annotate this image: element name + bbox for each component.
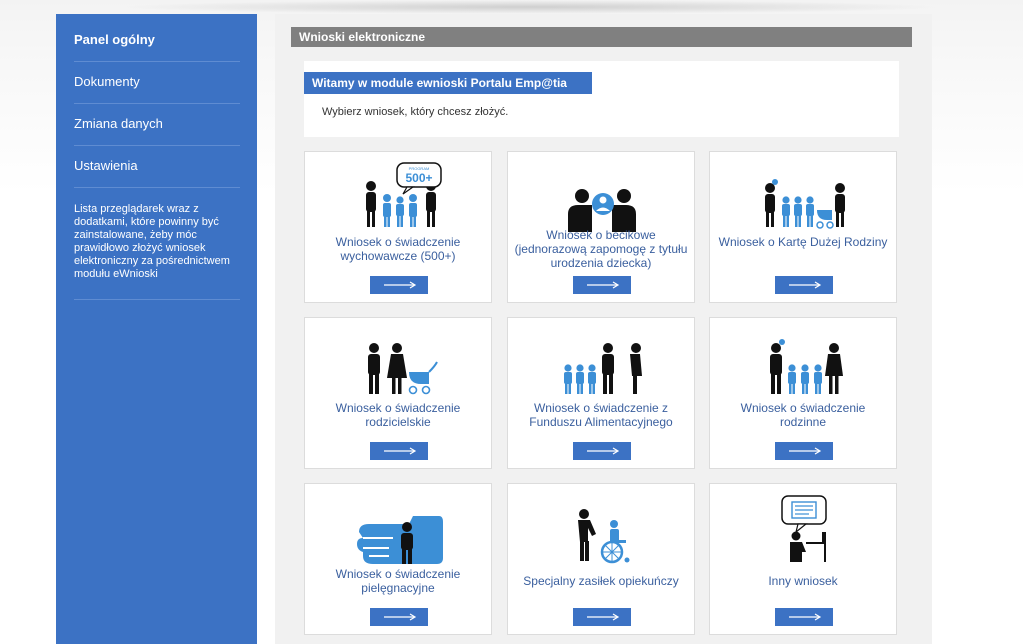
arrow-right-icon (587, 281, 620, 289)
arrow-right-icon (384, 447, 417, 455)
family-500plus-icon: PROGRAM 500+ (349, 162, 449, 232)
large-family-icon (754, 162, 854, 232)
arrow-right-icon (384, 613, 417, 621)
card-label: Inny wniosek (768, 574, 838, 588)
card-label: Specjalny zasiłek opiekuńczy (523, 574, 679, 588)
sidebar-item-documents[interactable]: Dokumenty (74, 61, 240, 104)
card-go-button[interactable] (775, 608, 833, 626)
card-label: Wniosek o świadczenie wychowawcze (500+) (335, 235, 461, 263)
card-nursing[interactable]: Wniosek o świadczenie pielęgnacyjne (304, 483, 492, 635)
welcome-text: Wybierz wniosek, który chcesz złożyć. (322, 106, 509, 118)
card-becikowe[interactable]: Wniosek o becikowe (jednorazową zapomogę… (507, 151, 695, 303)
card-500plus[interactable]: PROGRAM 500+ Wniosek o świadczenie wycho… (304, 151, 492, 303)
sidebar-item-change-data[interactable]: Zmiana danych (74, 103, 240, 146)
card-label: Wniosek o świadczenie rodzinne (740, 401, 866, 429)
card-label: Wniosek o becikowe (jednorazową zapomogę… (514, 228, 688, 270)
card-go-button[interactable] (775, 442, 833, 460)
sidebar-browser-list-link[interactable]: Lista przeglądarek wraz z dodatkami, któ… (74, 201, 240, 300)
alimony-family-icon (552, 328, 652, 398)
parents-baby-icon (552, 162, 652, 232)
welcome-panel: Witamy w module ewnioski Portalu Emp@tia… (304, 61, 899, 137)
page-title: Wnioski elektroniczne (291, 27, 912, 47)
card-large-family[interactable]: Wniosek o Kartę Dużej Rodziny (709, 151, 897, 303)
sidebar: Panel ogólny Dokumenty Zmiana danych Ust… (56, 14, 257, 644)
card-family-benefit[interactable]: Wniosek o świadczenie rodzinne (709, 317, 897, 469)
card-go-button[interactable] (573, 608, 631, 626)
care-hand-icon (349, 494, 449, 564)
card-go-button[interactable] (573, 276, 631, 294)
card-label: Wniosek o świadczenie z Funduszu Aliment… (529, 401, 673, 429)
arrow-right-icon (587, 447, 620, 455)
card-label: Wniosek o Kartę Dużej Rodziny (718, 235, 888, 249)
card-go-button[interactable] (775, 276, 833, 294)
card-go-button[interactable] (370, 276, 428, 294)
card-parental[interactable]: Wniosek o świadczenie rodzicielskie (304, 317, 492, 469)
arrow-right-icon (789, 447, 822, 455)
welcome-title: Witamy w module ewnioski Portalu Emp@tia (304, 72, 592, 94)
sidebar-item-panel[interactable]: Panel ogólny (74, 19, 240, 62)
person-computer-icon (754, 494, 854, 564)
family-icon (754, 328, 854, 398)
wheelchair-caregiver-icon (552, 494, 652, 564)
arrow-right-icon (384, 281, 417, 289)
card-special-care[interactable]: Specjalny zasiłek opiekuńczy (507, 483, 695, 635)
card-other[interactable]: Inny wniosek (709, 483, 897, 635)
card-go-button[interactable] (573, 442, 631, 460)
card-go-button[interactable] (370, 442, 428, 460)
arrow-right-icon (789, 281, 822, 289)
card-label: Wniosek o świadczenie rodzicielskie (335, 401, 461, 429)
card-label: Wniosek o świadczenie pielęgnacyjne (335, 567, 461, 595)
arrow-right-icon (789, 613, 822, 621)
sidebar-item-settings[interactable]: Ustawienia (74, 145, 240, 188)
card-go-button[interactable] (370, 608, 428, 626)
badge-500plus-text: 500+ (405, 171, 432, 185)
card-alimony-fund[interactable]: Wniosek o świadczenie z Funduszu Aliment… (507, 317, 695, 469)
arrow-right-icon (587, 613, 620, 621)
top-shadow (120, 0, 940, 14)
parents-stroller-icon (349, 328, 449, 398)
